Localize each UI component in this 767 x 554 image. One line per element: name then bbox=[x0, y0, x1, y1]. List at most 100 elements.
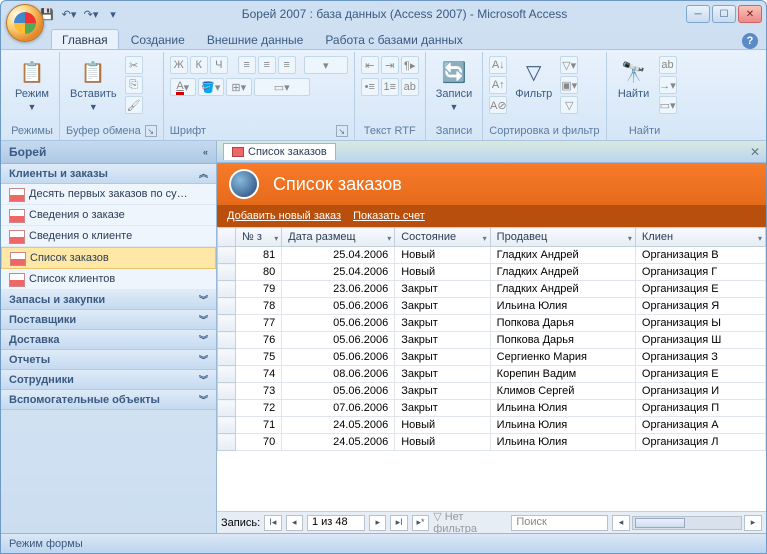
close-document-icon[interactable]: ✕ bbox=[750, 145, 760, 159]
column-header[interactable]: Продавец▾ bbox=[490, 228, 635, 247]
redo-icon[interactable]: ↷▾ bbox=[81, 4, 101, 24]
cell-client[interactable]: Организация В bbox=[635, 247, 765, 264]
cell-date[interactable]: 05.06.2006 bbox=[282, 332, 395, 349]
row-selector-header[interactable] bbox=[218, 228, 236, 247]
cell-id[interactable]: 76 bbox=[236, 332, 282, 349]
cell-client[interactable]: Организация Л bbox=[635, 434, 765, 451]
undo-icon[interactable]: ↶▾ bbox=[59, 4, 79, 24]
cell-client[interactable]: Организация А bbox=[635, 417, 765, 434]
replace-icon[interactable]: ab bbox=[659, 56, 677, 74]
cell-date[interactable]: 07.06.2006 bbox=[282, 400, 395, 417]
cell-date[interactable]: 05.06.2006 bbox=[282, 298, 395, 315]
tab-home[interactable]: Главная bbox=[51, 29, 119, 49]
table-row[interactable]: 8025.04.2006НовыйГладких АндрейОрганизац… bbox=[218, 264, 766, 281]
cell-id[interactable]: 75 bbox=[236, 349, 282, 366]
bullets-icon[interactable]: •≡ bbox=[361, 78, 379, 96]
font-size-combo[interactable]: ▾ bbox=[304, 56, 348, 74]
cell-client[interactable]: Организация П bbox=[635, 400, 765, 417]
gridlines-button[interactable]: ⊞▾ bbox=[226, 78, 252, 96]
cell-date[interactable]: 25.04.2006 bbox=[282, 264, 395, 281]
column-header[interactable]: № з▾ bbox=[236, 228, 282, 247]
table-row[interactable]: 7207.06.2006ЗакрытИльина ЮлияОрганизация… bbox=[218, 400, 766, 417]
view-mode-button[interactable]: 📋 Режим ▼ bbox=[11, 56, 53, 114]
paste-button[interactable]: 📋 Вставить ▼ bbox=[66, 56, 121, 114]
nav-item[interactable]: Сведения о клиенте bbox=[1, 226, 216, 247]
nav-header[interactable]: Борей « bbox=[1, 141, 216, 164]
cell-seller[interactable]: Климов Сергей bbox=[490, 383, 635, 400]
nav-group-delivery[interactable]: Доставка︾ bbox=[1, 330, 216, 350]
sort-asc-icon[interactable]: A↓ bbox=[489, 56, 507, 74]
cell-client[interactable]: Организация Г bbox=[635, 264, 765, 281]
cell-status[interactable]: Закрыт bbox=[395, 400, 490, 417]
cell-id[interactable]: 73 bbox=[236, 383, 282, 400]
cell-client[interactable]: Организация Ы bbox=[635, 315, 765, 332]
show-invoice-link[interactable]: Показать счет bbox=[353, 210, 425, 222]
row-selector[interactable] bbox=[218, 332, 236, 349]
minimize-button[interactable]: ─ bbox=[686, 5, 710, 23]
underline-button[interactable]: Ч bbox=[210, 56, 228, 74]
nav-group-stock[interactable]: Запасы и закупки︾ bbox=[1, 290, 216, 310]
row-selector[interactable] bbox=[218, 315, 236, 332]
cell-id[interactable]: 77 bbox=[236, 315, 282, 332]
italic-button[interactable]: К bbox=[190, 56, 208, 74]
cell-client[interactable]: Организация Ш bbox=[635, 332, 765, 349]
nav-group-clients-orders[interactable]: Клиенты и заказы ︽ bbox=[1, 164, 216, 184]
cell-status[interactable]: Закрыт bbox=[395, 298, 490, 315]
cell-id[interactable]: 70 bbox=[236, 434, 282, 451]
font-color-button[interactable]: A▾ bbox=[170, 78, 196, 96]
cell-status[interactable]: Закрыт bbox=[395, 281, 490, 298]
table-row[interactable]: 7705.06.2006ЗакрытПопкова ДарьяОрганизац… bbox=[218, 315, 766, 332]
cell-seller[interactable]: Гладких Андрей bbox=[490, 281, 635, 298]
help-icon[interactable]: ? bbox=[742, 33, 758, 49]
cell-id[interactable]: 74 bbox=[236, 366, 282, 383]
cell-seller[interactable]: Гладких Андрей bbox=[490, 264, 635, 281]
cell-seller[interactable]: Ильина Юлия bbox=[490, 298, 635, 315]
cell-id[interactable]: 80 bbox=[236, 264, 282, 281]
cell-id[interactable]: 71 bbox=[236, 417, 282, 434]
cell-client[interactable]: Организация Я bbox=[635, 298, 765, 315]
copy-icon[interactable]: ⎘ bbox=[125, 76, 143, 94]
row-selector[interactable] bbox=[218, 383, 236, 400]
numbering-icon[interactable]: 1≡ bbox=[381, 78, 399, 96]
row-selector[interactable] bbox=[218, 417, 236, 434]
column-header[interactable]: Дата размещ▾ bbox=[282, 228, 395, 247]
row-selector[interactable] bbox=[218, 298, 236, 315]
table-row[interactable]: 7923.06.2006ЗакрытГладких АндрейОрганиза… bbox=[218, 281, 766, 298]
new-record-button[interactable]: ▸* bbox=[412, 515, 429, 531]
toggle-filter-icon[interactable]: ▽ bbox=[560, 96, 578, 114]
cell-date[interactable]: 24.05.2006 bbox=[282, 434, 395, 451]
align-right-icon[interactable]: ≡ bbox=[278, 56, 296, 74]
advanced-filter-icon[interactable]: ▣▾ bbox=[560, 76, 578, 94]
cell-id[interactable]: 78 bbox=[236, 298, 282, 315]
filter-button[interactable]: ▽ Фильтр bbox=[511, 56, 556, 102]
dialog-launcher-icon[interactable]: ↘ bbox=[145, 125, 157, 137]
prev-record-button[interactable]: ◂ bbox=[286, 515, 303, 531]
decrease-indent-icon[interactable]: ⇤ bbox=[361, 56, 379, 74]
table-row[interactable]: 7805.06.2006ЗакрытИльина ЮлияОрганизация… bbox=[218, 298, 766, 315]
cell-date[interactable]: 05.06.2006 bbox=[282, 349, 395, 366]
align-left-icon[interactable]: ≡ bbox=[238, 56, 256, 74]
bold-button[interactable]: Ж bbox=[170, 56, 188, 74]
add-order-link[interactable]: Добавить новый заказ bbox=[227, 210, 341, 222]
tab-create[interactable]: Создание bbox=[121, 30, 195, 49]
search-input[interactable]: Поиск bbox=[511, 515, 608, 531]
table-row[interactable]: 7024.05.2006НовыйИльина ЮлияОрганизация … bbox=[218, 434, 766, 451]
find-button[interactable]: 🔭 Найти bbox=[613, 56, 655, 102]
table-row[interactable]: 8125.04.2006НовыйГладких АндрейОрганизац… bbox=[218, 247, 766, 264]
cell-client[interactable]: Организация Е bbox=[635, 366, 765, 383]
cell-date[interactable]: 25.04.2006 bbox=[282, 247, 395, 264]
increase-indent-icon[interactable]: ⇥ bbox=[381, 56, 399, 74]
nav-group-aux[interactable]: Вспомогательные объекты︾ bbox=[1, 390, 216, 410]
scroll-right-button[interactable]: ▸ bbox=[744, 515, 762, 531]
tab-external-data[interactable]: Внешние данные bbox=[197, 30, 314, 49]
cell-status[interactable]: Закрыт bbox=[395, 383, 490, 400]
cell-date[interactable]: 24.05.2006 bbox=[282, 417, 395, 434]
cell-id[interactable]: 72 bbox=[236, 400, 282, 417]
row-selector[interactable] bbox=[218, 366, 236, 383]
table-row[interactable]: 7408.06.2006ЗакрытКорепин ВадимОрганизац… bbox=[218, 366, 766, 383]
cell-date[interactable]: 05.06.2006 bbox=[282, 383, 395, 400]
cell-date[interactable]: 23.06.2006 bbox=[282, 281, 395, 298]
table-row[interactable]: 7305.06.2006ЗакрытКлимов СергейОрганизац… bbox=[218, 383, 766, 400]
tab-db-tools[interactable]: Работа с базами данных bbox=[315, 30, 472, 49]
last-record-button[interactable]: ▸I bbox=[390, 515, 407, 531]
